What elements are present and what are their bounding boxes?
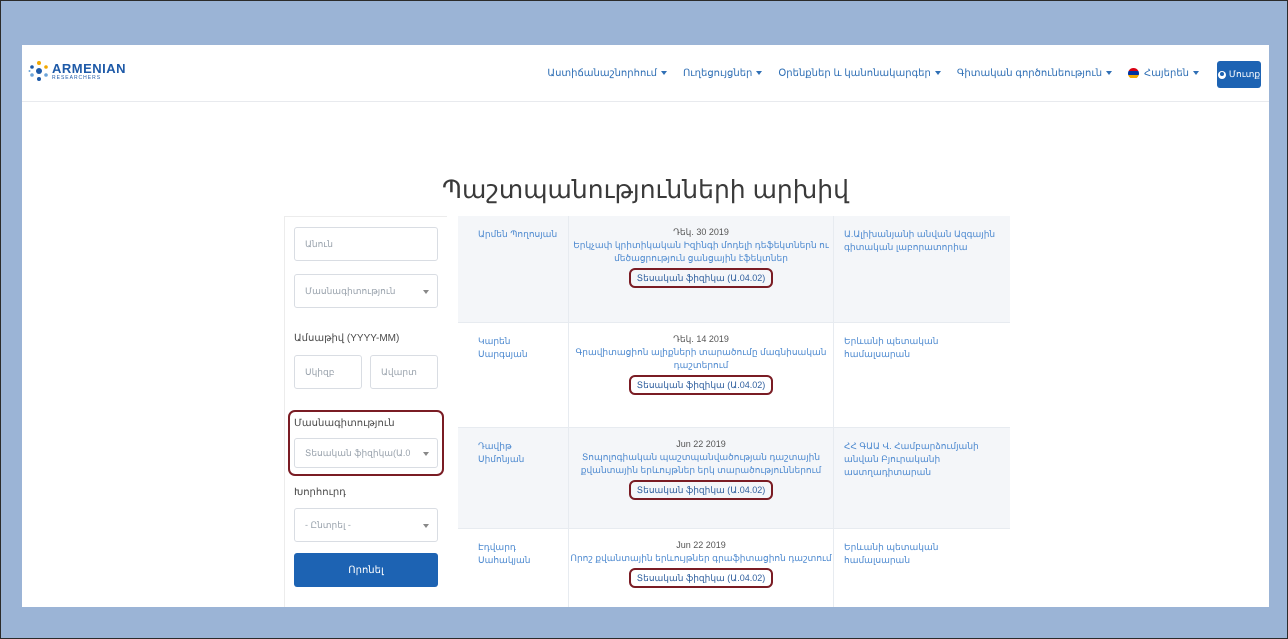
language-selector[interactable]: Հայերեն — [1120, 67, 1207, 79]
council-select[interactable]: - Ընտրել - — [294, 508, 438, 542]
login-button[interactable]: Մուտք — [1217, 61, 1261, 88]
browser-window: ARMENIAN RESEARCHERS Աստիճանաշնորհում Ու… — [22, 45, 1269, 607]
name-input[interactable]: Անուն — [294, 227, 438, 261]
thesis-cell: Դեկ. 30 2019 Երկչափ կրիտիկական Իզինգի մո… — [570, 226, 832, 288]
specialty-select[interactable]: Տեսական ֆիզիկա(Ա.0 — [294, 438, 438, 468]
chevron-down-icon — [934, 71, 941, 75]
thesis-cell: Jun 22 2019 Տոպոլոգիական պաշտպանվածությա… — [570, 438, 832, 500]
thesis-title-link[interactable]: Որոշ քվանտային երևույթներ գրաֆիտացիոն դա… — [570, 553, 831, 563]
thesis-cell: Jun 22 2019 Որոշ քվանտային երևույթներ գր… — [570, 539, 832, 588]
armenian-flag-icon — [1128, 67, 1140, 79]
chevron-down-icon — [756, 71, 763, 75]
specialty-tag: Տեսական ֆիզիկա (Ա.04.02) — [628, 480, 774, 500]
defense-date: Jun 22 2019 — [676, 439, 726, 449]
logo-main-text: ARMENIAN — [52, 60, 127, 76]
author-link[interactable]: Կարեն Սարգսյան — [478, 335, 560, 361]
chevron-down-icon — [1193, 71, 1199, 75]
date-from-input[interactable]: Սկիզբ — [294, 355, 362, 389]
specialty-tag: Տեսական ֆիզիկա (Ա.04.02) — [628, 568, 774, 588]
page-title: Պաշտպանությունների արխիվ — [442, 175, 849, 204]
defense-date: Դեկ. 30 2019 — [673, 227, 729, 237]
author-link[interactable]: Էդվարդ Սահակյան — [478, 541, 560, 567]
thesis-cell: Դեկ. 14 2019 Գրավիտացիոն ալիքների տարածո… — [570, 333, 832, 395]
author-link[interactable]: Արմեն Պողոսյան — [478, 228, 560, 241]
table-row: Էդվարդ Սահակյան Jun 22 2019 Որոշ քվանտայ… — [458, 528, 1010, 607]
table-row: Դավիթ Սիմոնյան Jun 22 2019 Տոպոլոգիական … — [458, 427, 1010, 528]
site-logo[interactable]: ARMENIAN RESEARCHERS — [28, 60, 126, 82]
thesis-title-link[interactable]: Գրավիտացիոն ալիքների տարածումը մագնիսակա… — [575, 347, 826, 370]
table-row: Արմեն Պողոսյան Դեկ. 30 2019 Երկչափ կրիտի… — [458, 216, 1010, 322]
organization-link[interactable]: Ա.Ալիխանյանի անվան Ազգային գիտական լաբոր… — [844, 228, 1006, 254]
navbar: ARMENIAN RESEARCHERS Աստիճանաշնորհում Ու… — [22, 45, 1269, 102]
specialty-tag: Տեսական ֆիզիկա (Ա.04.02) — [628, 375, 774, 395]
organization-link[interactable]: Երևանի պետական համալսարան — [844, 335, 1006, 361]
table-row: Կարեն Սարգսյան Դեկ. 14 2019 Գրավիտացիոն … — [458, 322, 1010, 427]
organization-link[interactable]: Երևանի պետական համալսարան — [844, 541, 1006, 567]
specialty-tag: Տեսական ֆիզիկա (Ա.04.02) — [628, 268, 774, 288]
filter-panel: Անուն Մասնագիտություն Ամսաթիվ (YYYY-MM) … — [284, 216, 447, 607]
date-to-input[interactable]: Ավարտ — [370, 355, 438, 389]
thesis-title-link[interactable]: Տոպոլոգիական պաշտպանվածության դաշտային ք… — [581, 452, 821, 475]
specialty-label: Մասնագիտություն — [294, 418, 395, 429]
defense-date: Դեկ. 14 2019 — [673, 334, 729, 344]
author-link[interactable]: Դավիթ Սիմոնյան — [478, 440, 560, 466]
page-frame: ARMENIAN RESEARCHERS Աստիճանաշնորհում Ու… — [1, 1, 1287, 638]
chevron-down-icon — [660, 71, 667, 75]
user-icon — [1217, 70, 1226, 79]
nav-item-degrees[interactable]: Աստիճանաշնորհում — [539, 68, 675, 79]
date-label: Ամսաթիվ (YYYY-MM) — [294, 333, 400, 344]
defense-date: Jun 22 2019 — [676, 540, 726, 550]
nav-menu: Աստիճանաշնորհում Ուղեցույցներ Օրենքներ և… — [539, 45, 1207, 101]
organization-link[interactable]: ՀՀ ԳԱԱ Վ. Համբարձումյանի անվան Բյուրական… — [844, 440, 1006, 479]
nav-item-guides[interactable]: Ուղեցույցներ — [675, 68, 770, 79]
chevron-down-icon — [1106, 71, 1113, 75]
specialty-select-top[interactable]: Մասնագիտություն — [294, 274, 438, 308]
logo-sub-text: RESEARCHERS — [52, 74, 102, 81]
nav-item-science[interactable]: Գիտական գործունեություն — [949, 68, 1120, 79]
defenses-table: Արմեն Պողոսյան Դեկ. 30 2019 Երկչափ կրիտի… — [458, 216, 1010, 607]
thesis-title-link[interactable]: Երկչափ կրիտիկական Իզինգի մոդելի դեֆեկտնե… — [573, 240, 829, 263]
nav-item-laws[interactable]: Օրենքներ և կանոնակարգեր — [770, 68, 948, 79]
council-label: Խորհուրդ — [294, 487, 346, 498]
logo-dots-icon — [28, 61, 48, 81]
search-button[interactable]: Որոնել — [294, 553, 438, 587]
